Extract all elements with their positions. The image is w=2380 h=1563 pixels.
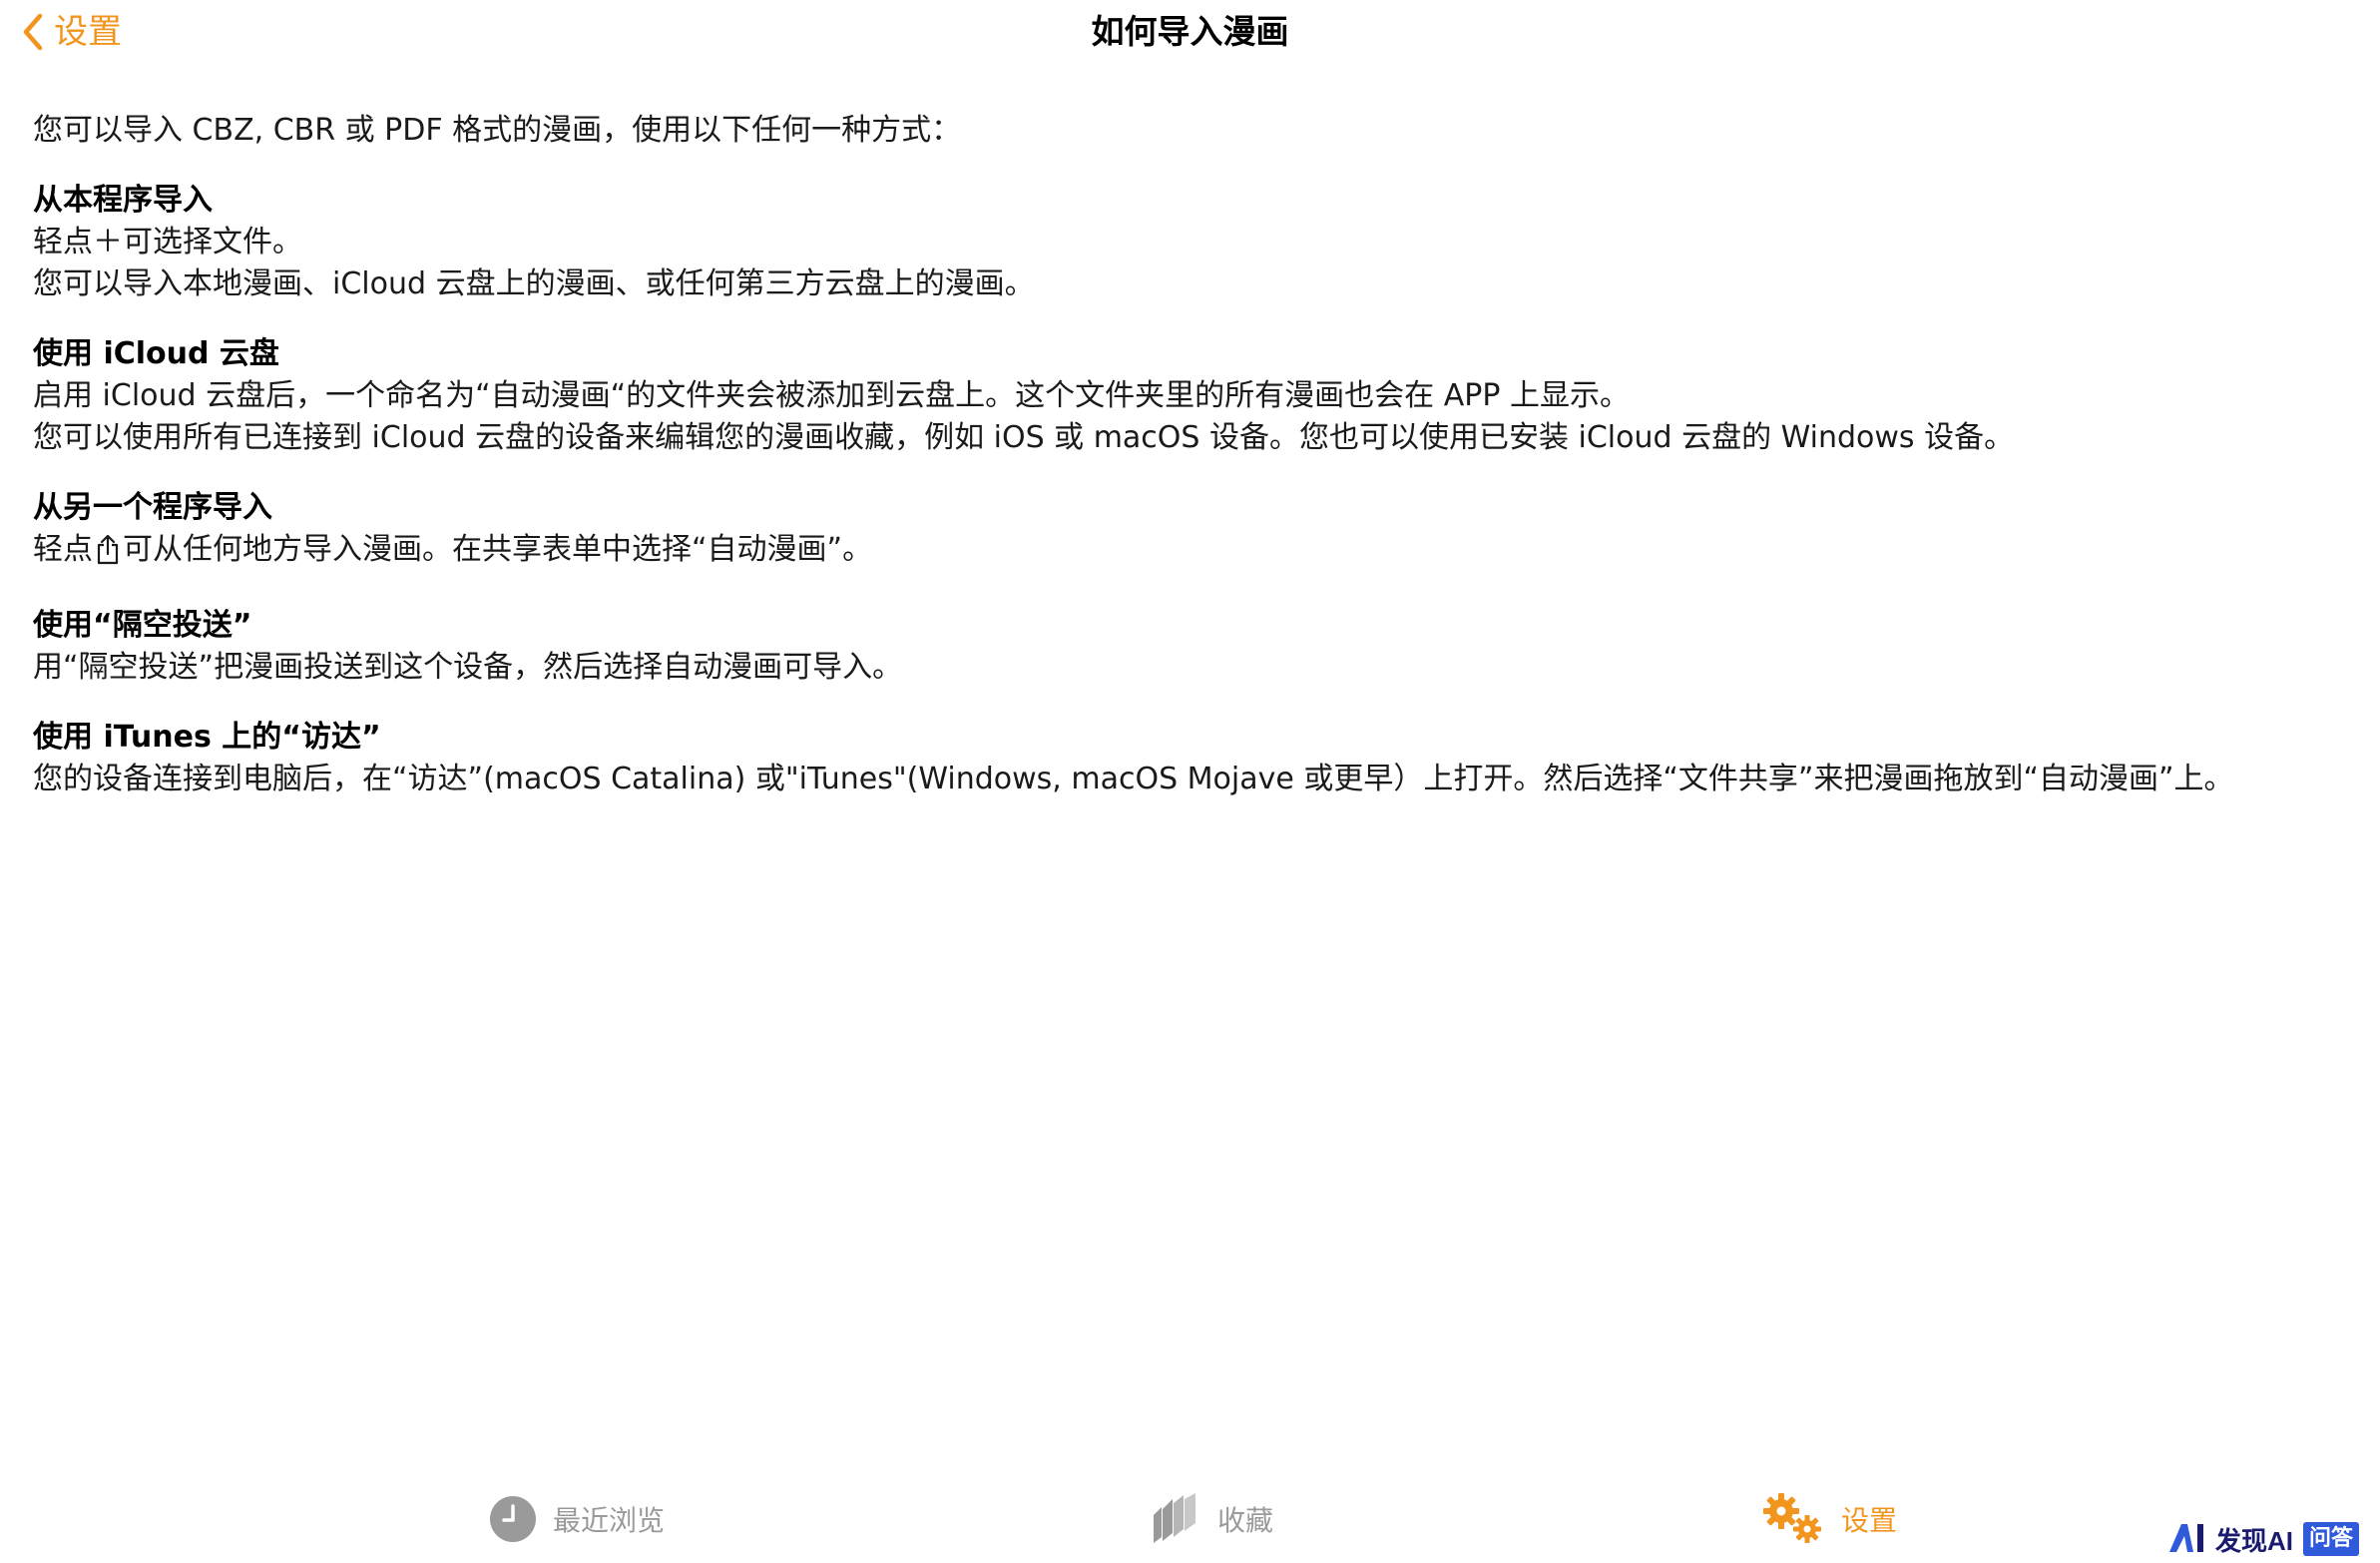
tab-favorites[interactable]: 收藏	[1150, 1493, 1273, 1549]
section-text: 启用 iCloud 云盘后，一个命名为“自动漫画“的文件夹会被添加到云盘上。这个…	[33, 378, 1630, 413]
section-text: 轻点 可从任何地方导入漫画。在共享表单中选择“自动漫画”。	[33, 529, 2348, 577]
watermark-text: 发现AI	[2215, 1525, 2294, 1556]
section-text: 您的设备连接到电脑后，在“访达”(macOS Catalina) 或"iTune…	[33, 762, 2234, 796]
section-heading: 使用 iCloud 云盘	[33, 336, 279, 371]
tab-settings[interactable]: 设置	[1761, 1493, 1897, 1549]
section-heading: 从本程序导入	[33, 183, 213, 218]
section-text: 轻点＋可选择文件。	[33, 225, 302, 260]
section-text-after-icon: 可从任何地方导入漫画。在共享表单中选择“自动漫画”。	[123, 532, 873, 567]
tab-favorites-label: 收藏	[1217, 1504, 1274, 1537]
navigation-bar: 设置 如何导入漫画	[0, 0, 2380, 70]
section-heading: 使用“隔空投送”	[33, 608, 252, 643]
section-text: 用“隔空投送”把漫画投送到这个设备，然后选择自动漫画可导入。	[33, 650, 903, 685]
section-text: 您可以导入本地漫画、iCloud 云盘上的漫画、或任何第三方云盘上的漫画。	[33, 266, 1035, 301]
gears-icon	[1761, 1491, 1825, 1551]
section-import-from-app: 从本程序导入 轻点＋可选择文件。 您可以导入本地漫画、iCloud 云盘上的漫画…	[33, 180, 2348, 305]
clock-icon	[489, 1495, 537, 1547]
watermark-badge: 问答	[2303, 1522, 2360, 1556]
section-airdrop: 使用“隔空投送” 用“隔空投送”把漫画投送到这个设备，然后选择自动漫画可导入。	[33, 605, 2348, 689]
section-heading: 从另一个程序导入	[33, 490, 272, 525]
share-icon	[95, 533, 121, 577]
page-title: 如何导入漫画	[1091, 12, 1289, 51]
tab-recent[interactable]: 最近浏览	[489, 1493, 665, 1549]
logo-icon	[2167, 1520, 2211, 1558]
tab-recent-label: 最近浏览	[553, 1504, 666, 1537]
tab-bar: 最近浏览 收藏 设置	[0, 1487, 2380, 1563]
section-finder-itunes: 使用 iTunes 上的“访达” 您的设备连接到电脑后，在“访达”(macOS …	[33, 717, 2348, 800]
tab-settings-label: 设置	[1841, 1504, 1898, 1537]
books-icon	[1150, 1493, 1201, 1549]
help-content: 您可以导入 CBZ, CBR 或 PDF 格式的漫画，使用以下任何一种方式： 从…	[33, 110, 2348, 828]
section-icloud-drive: 使用 iCloud 云盘 启用 iCloud 云盘后，一个命名为“自动漫画“的文…	[33, 333, 2348, 459]
section-text-before-icon: 轻点	[33, 532, 93, 567]
section-text: 您可以使用所有已连接到 iCloud 云盘的设备来编辑您的漫画收藏，例如 iOS…	[33, 420, 2015, 455]
section-import-from-other-app: 从另一个程序导入 轻点 可从任何地方导入漫画。在共享表单中选择“自动漫画”。	[33, 487, 2348, 577]
intro-text: 您可以导入 CBZ, CBR 或 PDF 格式的漫画，使用以下任何一种方式：	[33, 113, 962, 148]
watermark-logo: 发现AI 问答	[2167, 1519, 2360, 1559]
section-heading: 使用 iTunes 上的“访达”	[33, 720, 381, 755]
